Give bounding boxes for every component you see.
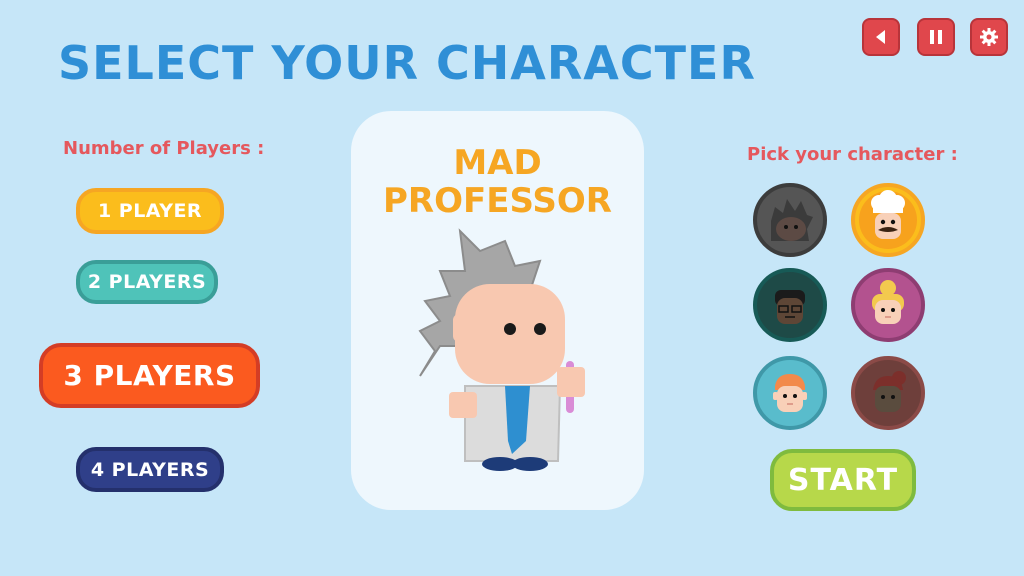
red-hair-kid-face-icon [773,374,807,412]
chef-face-icon [859,190,917,249]
glasses-kid-face-icon [775,290,805,324]
avatar-mad-professor[interactable] [753,183,827,257]
blonde-girl-face-icon [872,280,904,324]
pick-character-label: Pick your character : [747,144,958,165]
pause-icon [930,30,942,44]
sound-button[interactable] [862,18,900,56]
sound-icon [876,30,885,44]
mad-professor-illustration [418,228,585,471]
avatar-ponytail-girl[interactable] [851,356,925,430]
three-players-button[interactable]: 3 PLAYERS [39,343,260,408]
pause-button[interactable] [917,18,955,56]
avatar-glasses-kid[interactable] [753,268,827,342]
players-label: Number of Players : [63,138,265,159]
avatar-blonde-girl[interactable] [851,268,925,342]
avatar-chef[interactable] [851,183,925,257]
settings-button[interactable] [970,18,1008,56]
character-name-line1: MAD [453,143,542,183]
character-name: MAD PROFESSOR [351,144,644,220]
two-players-button[interactable]: 2 PLAYERS [76,260,218,304]
four-players-button[interactable]: 4 PLAYERS [76,447,224,492]
start-button[interactable]: START [770,449,916,511]
ponytail-girl-face-icon [873,371,906,412]
settings-icon [980,28,998,46]
avatar-red-hair-kid[interactable] [753,356,827,430]
one-player-button[interactable]: 1 PLAYER [76,188,224,234]
page-title: SELECT YOUR CHARACTER [58,36,756,90]
mad-professor-face-icon [771,199,813,241]
character-name-line2: PROFESSOR [383,181,612,221]
